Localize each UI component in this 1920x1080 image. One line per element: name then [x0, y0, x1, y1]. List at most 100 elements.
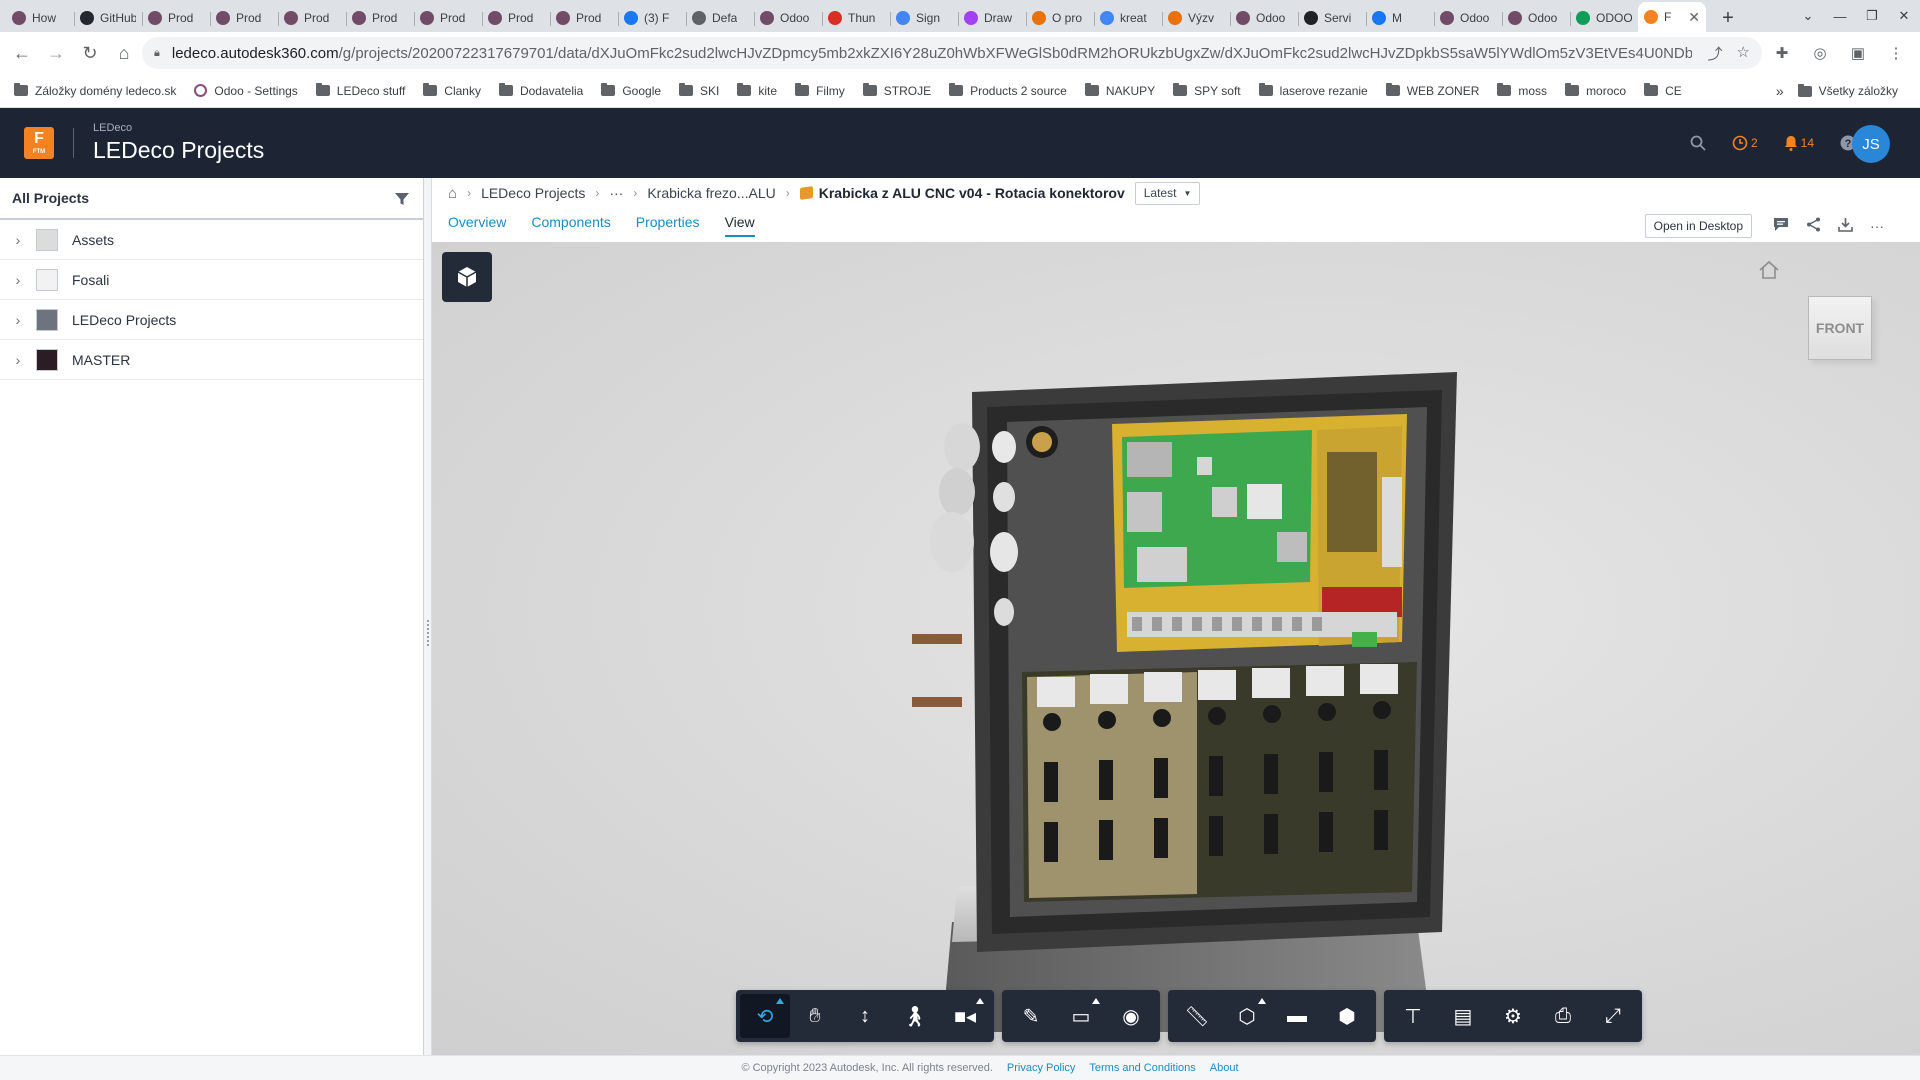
bookmark-item[interactable]: Google: [601, 83, 661, 98]
browser-tab[interactable]: Sign: [890, 4, 958, 32]
browser-tab[interactable]: F ✕: [1638, 2, 1706, 32]
back-icon[interactable]: ←: [6, 37, 38, 69]
new-tab-button[interactable]: +: [1714, 4, 1742, 32]
jobs-status[interactable]: 2: [1732, 135, 1758, 151]
fullscreen-tool[interactable]: ⤢: [1588, 994, 1638, 1038]
camera-tool[interactable]: ■◂: [940, 994, 990, 1038]
first-person-tool[interactable]: 🚶︎: [890, 994, 940, 1038]
forward-icon[interactable]: →: [40, 37, 72, 69]
notifications[interactable]: 14: [1784, 135, 1814, 151]
model-viewer[interactable]: FRONT ⟲ ✋︎ ↕ 🚶︎ ■◂ ✎ ▭ ◉ 📏︎ ⬡ ▬ ⬢ ⊤ ▤ ⚙ …: [432, 242, 1920, 1055]
bookmark-item[interactable]: NAKUPY: [1084, 83, 1155, 98]
hub-name[interactable]: LEDeco: [93, 122, 132, 134]
browser-tab[interactable]: ODOO: [1570, 4, 1638, 32]
share-icon[interactable]: [1804, 217, 1822, 235]
bookmark-item[interactable]: Záložky domény ledeco.sk: [14, 83, 176, 98]
browser-tab[interactable]: Defa: [686, 4, 754, 32]
browser-tab[interactable]: Prod: [550, 4, 618, 32]
browser-tab[interactable]: Prod: [346, 4, 414, 32]
browser-tab[interactable]: GitHub: [74, 4, 142, 32]
tab-overview[interactable]: Overview: [448, 214, 506, 237]
breadcrumb-folder[interactable]: Krabicka frezo...ALU: [647, 185, 775, 201]
browser-tab[interactable]: kreat: [1094, 4, 1162, 32]
all-bookmarks-folder[interactable]: Všetky záložky: [1797, 83, 1898, 98]
zoom-tool[interactable]: ↕: [840, 994, 890, 1038]
bookmark-item[interactable]: laserove rezanie: [1258, 83, 1368, 98]
properties-tool[interactable]: ▤: [1438, 994, 1488, 1038]
tab-properties[interactable]: Properties: [636, 214, 700, 237]
close-window-icon[interactable]: ✕: [1888, 8, 1920, 24]
hide-tool[interactable]: ◉: [1106, 994, 1156, 1038]
bookmark-item[interactable]: Dodavatelia: [498, 83, 583, 98]
download-icon[interactable]: [1836, 217, 1854, 235]
tree-item-ledeco-projects[interactable]: › LEDeco Projects: [0, 300, 423, 340]
lock-icon[interactable]: 🔒︎: [154, 47, 160, 60]
browser-tab[interactable]: Odoo: [1230, 4, 1298, 32]
browser-tab[interactable]: M: [1366, 4, 1434, 32]
open-in-desktop-button[interactable]: Open in Desktop: [1644, 214, 1752, 238]
breadcrumb-project[interactable]: LEDeco Projects: [481, 185, 585, 201]
fusion-logo[interactable]: F FTM: [24, 127, 54, 159]
comment-tool[interactable]: ▭: [1056, 994, 1106, 1038]
model-tool[interactable]: ⬢: [1322, 994, 1372, 1038]
tab-components[interactable]: Components: [531, 214, 610, 237]
bookmark-item[interactable]: SPY soft: [1173, 83, 1241, 98]
terms-link[interactable]: Terms and Conditions: [1089, 1062, 1195, 1074]
minimize-icon[interactable]: —: [1824, 9, 1856, 24]
browser-tab[interactable]: (3) F: [618, 4, 686, 32]
browser-tab[interactable]: Prod: [210, 4, 278, 32]
home-breadcrumb-icon[interactable]: ⌂: [448, 185, 457, 202]
browser-tab[interactable]: Servi: [1298, 4, 1366, 32]
share-page-icon[interactable]: ⤴: [1708, 43, 1723, 64]
browser-tab[interactable]: Odoo: [1434, 4, 1502, 32]
model-browser-button[interactable]: [442, 252, 492, 302]
filter-icon[interactable]: [395, 192, 409, 206]
comments-icon[interactable]: [1772, 217, 1790, 235]
browser-tab[interactable]: Výzv: [1162, 4, 1230, 32]
close-tab-icon[interactable]: ✕: [1688, 9, 1700, 26]
chevron-right-icon[interactable]: ›: [0, 272, 36, 288]
restore-icon[interactable]: ❐: [1856, 8, 1888, 24]
bookmark-star-icon[interactable]: ☆: [1737, 43, 1750, 64]
bookmark-item[interactable]: Clanky: [423, 83, 481, 98]
model-structure-tool[interactable]: ⊤: [1388, 994, 1438, 1038]
bookmark-item[interactable]: kite: [737, 83, 777, 98]
markup-tool[interactable]: ✎: [1006, 994, 1056, 1038]
side-panel-icon[interactable]: ▣: [1842, 37, 1874, 69]
bookmark-item[interactable]: WEB ZONER: [1385, 83, 1479, 98]
home-view-icon[interactable]: [1758, 260, 1780, 280]
view-cube[interactable]: FRONT: [1808, 296, 1872, 360]
explode-tool[interactable]: ▬: [1272, 994, 1322, 1038]
pan-tool[interactable]: ✋︎: [790, 994, 840, 1038]
bookmark-item[interactable]: SKI: [679, 83, 719, 98]
browser-tab[interactable]: Odoo: [754, 4, 822, 32]
extension-icon[interactable]: ◎: [1804, 37, 1836, 69]
tree-item-master[interactable]: › MASTER: [0, 340, 423, 380]
section-tool[interactable]: ⬡: [1222, 994, 1272, 1038]
tab-view[interactable]: View: [724, 214, 755, 237]
bookmarks-more-button[interactable]: »: [1776, 83, 1784, 99]
browser-tab[interactable]: O pro: [1026, 4, 1094, 32]
bookmark-item[interactable]: Products 2 source: [949, 83, 1067, 98]
bookmark-item[interactable]: LEDeco stuff: [315, 83, 405, 98]
address-bar[interactable]: 🔒︎ ledeco.autodesk360.com/g/projects/202…: [142, 37, 1762, 69]
home-icon[interactable]: ⌂: [108, 37, 140, 69]
tab-search-icon[interactable]: ⌄: [1792, 8, 1824, 24]
browser-tab[interactable]: Thun: [822, 4, 890, 32]
about-link[interactable]: About: [1210, 1062, 1239, 1074]
bookmark-item[interactable]: moss: [1497, 83, 1547, 98]
chevron-right-icon[interactable]: ›: [0, 232, 36, 248]
browser-tab[interactable]: Prod: [142, 4, 210, 32]
bookmark-item[interactable]: Odoo - Settings: [194, 84, 298, 98]
browser-tab[interactable]: Draw: [958, 4, 1026, 32]
measure-tool[interactable]: 📏︎: [1172, 994, 1222, 1038]
browser-tab[interactable]: Prod: [482, 4, 550, 32]
breadcrumb-ellipsis[interactable]: ···: [609, 185, 623, 201]
user-avatar[interactable]: JS: [1852, 125, 1890, 163]
chevron-right-icon[interactable]: ›: [0, 352, 36, 368]
bookmark-item[interactable]: CE: [1644, 83, 1682, 98]
extensions-icon[interactable]: ✚: [1766, 37, 1798, 69]
version-dropdown[interactable]: Latest ▼: [1134, 181, 1201, 205]
browser-tab[interactable]: Prod: [414, 4, 482, 32]
privacy-policy-link[interactable]: Privacy Policy: [1007, 1062, 1075, 1074]
